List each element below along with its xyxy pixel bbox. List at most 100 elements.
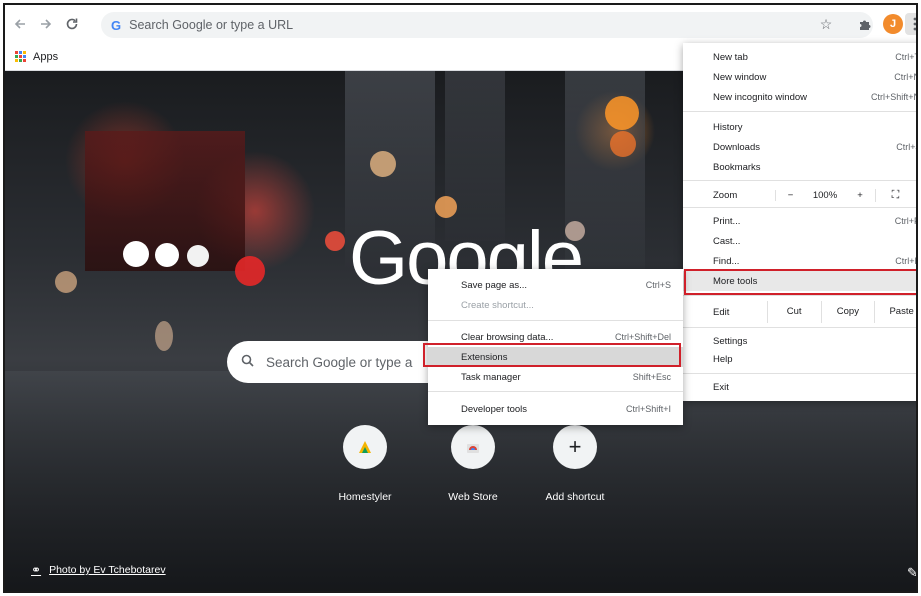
shortcut-add[interactable]: + Add shortcut	[535, 425, 615, 503]
submenu-create-shortcut[interactable]: Create shortcut...	[428, 295, 683, 315]
edit-label: Edit	[713, 306, 730, 318]
photo-credit-link[interactable]: ⚭ Photo by Ev Tchebotarev	[31, 563, 166, 577]
menu-shortcut: Ctrl+Shift+N	[870, 92, 918, 102]
submenu-extensions[interactable]: Extensions	[428, 347, 683, 367]
submenu-developer-tools[interactable]: Developer tools Ctrl+Shift+I	[428, 399, 683, 419]
zoom-value: 100%	[812, 189, 838, 201]
menu-help[interactable]: Help ›	[683, 349, 918, 369]
arrow-left-icon	[14, 19, 25, 29]
menu-shortcut: Ctrl+J	[896, 142, 918, 152]
menu-item-label: Cast...	[713, 235, 741, 247]
menu-new-tab[interactable]: New tab Ctrl+T	[683, 47, 916, 67]
menu-item-label: New tab	[713, 51, 748, 63]
ntp-search-placeholder: Search Google or type a	[266, 354, 413, 370]
star-icon: ☆	[819, 15, 833, 32]
menu-new-window[interactable]: New window Ctrl+N	[683, 67, 918, 87]
menu-item-label: New incognito window	[713, 91, 807, 103]
menu-item-label: History	[713, 121, 743, 133]
plus-icon: +	[553, 425, 597, 469]
menu-separator	[683, 111, 916, 112]
menu-item-label: Clear browsing data...	[461, 331, 554, 343]
menu-separator	[683, 373, 916, 374]
menu-item-label: Create shortcut...	[461, 299, 534, 311]
chevron-right-icon: ›	[917, 276, 918, 286]
photo-credit-text: Photo by Ev Tchebotarev	[49, 564, 166, 576]
menu-item-label: Help	[713, 353, 733, 365]
menu-bookmarks[interactable]: Bookmarks ›	[683, 157, 918, 177]
more-tools-submenu: Save page as... Ctrl+S Create shortcut..…	[428, 269, 683, 425]
fullscreen-icon[interactable]: ⛶	[875, 188, 915, 202]
menu-edit-row: Edit Cut Copy Paste	[683, 301, 916, 323]
reload-icon	[66, 18, 78, 30]
chrome-main-menu: New tab Ctrl+T New window Ctrl+N New inc…	[683, 43, 918, 401]
copy-button[interactable]: Copy	[820, 301, 875, 323]
menu-cast[interactable]: Cast...	[683, 231, 916, 251]
menu-print[interactable]: Print... Ctrl+P	[683, 211, 916, 231]
menu-item-label: Find...	[713, 255, 740, 267]
web-store-icon	[451, 425, 495, 469]
chevron-right-icon: ›	[917, 354, 918, 364]
menu-item-label: Developer tools	[461, 403, 528, 415]
menu-shortcut: Ctrl+Shift+I	[625, 404, 671, 414]
cut-button[interactable]: Cut	[766, 301, 821, 323]
browser-window: G Search Google or type a URL ☆ J Apps G…	[3, 3, 918, 593]
zoom-out-button[interactable]: −	[775, 189, 805, 201]
apps-grid-icon	[15, 50, 27, 63]
shortcut-label: Web Store	[448, 491, 498, 503]
menu-shortcut: Ctrl+F	[895, 256, 918, 266]
paste-button[interactable]: Paste	[874, 301, 916, 323]
reload-button[interactable]	[61, 13, 83, 35]
menu-more-tools[interactable]: More tools ›	[683, 271, 918, 291]
profile-avatar[interactable]: J	[883, 14, 903, 34]
menu-item-label: Bookmarks	[713, 161, 761, 173]
menu-new-incognito[interactable]: New incognito window Ctrl+Shift+N	[683, 87, 918, 107]
kebab-icon	[913, 17, 916, 31]
link-icon: ⚭	[31, 563, 42, 577]
menu-separator	[428, 391, 683, 392]
shortcut-web-store[interactable]: Web Store	[433, 425, 513, 503]
menu-separator	[683, 180, 916, 181]
shortcut-label: Add shortcut	[545, 491, 605, 503]
customize-pencil-icon[interactable]: ✎	[907, 565, 916, 581]
menu-settings[interactable]: Settings	[683, 331, 916, 351]
menu-item-label: New window	[713, 71, 767, 83]
google-g-icon: G	[111, 17, 122, 33]
menu-separator	[683, 207, 916, 208]
menu-item-label: Extensions	[461, 351, 508, 363]
menu-separator	[428, 320, 683, 321]
menu-item-label: Save page as...	[461, 279, 528, 291]
menu-item-label: More tools	[713, 275, 758, 287]
menu-separator	[683, 295, 916, 296]
forward-button[interactable]	[35, 13, 57, 35]
menu-downloads[interactable]: Downloads Ctrl+J	[683, 137, 918, 157]
menu-item-label: Exit	[713, 381, 729, 393]
submenu-save-page[interactable]: Save page as... Ctrl+S	[428, 275, 683, 295]
menu-exit[interactable]: Exit	[683, 377, 916, 397]
chrome-menu-button[interactable]	[905, 13, 916, 35]
menu-item-label: Downloads	[713, 141, 760, 153]
search-icon	[241, 354, 254, 370]
submenu-task-manager[interactable]: Task manager Shift+Esc	[428, 367, 683, 387]
submenu-clear-browsing-data[interactable]: Clear browsing data... Ctrl+Shift+Del	[428, 327, 683, 347]
omnibox-placeholder: Search Google or type a URL	[129, 18, 294, 32]
menu-zoom-row: Zoom − 100% + ⛶	[683, 185, 916, 205]
apps-shortcut[interactable]: Apps	[15, 50, 58, 63]
chevron-right-icon: ›	[917, 162, 918, 172]
homestyler-icon	[343, 425, 387, 469]
chevron-right-icon: ›	[917, 122, 918, 132]
menu-shortcut: Ctrl+S	[645, 280, 671, 290]
menu-history[interactable]: History ›	[683, 117, 918, 137]
bookmark-star-button[interactable]: ☆	[815, 13, 837, 35]
zoom-label: Zoom	[713, 189, 738, 201]
menu-shortcut: Ctrl+Shift+Del	[614, 332, 671, 342]
menu-find[interactable]: Find... Ctrl+F	[683, 251, 918, 271]
browser-toolbar: G Search Google or type a URL ☆ J	[5, 5, 916, 43]
extensions-button[interactable]	[853, 13, 875, 35]
puzzle-icon	[859, 20, 870, 30]
zoom-in-button[interactable]: +	[845, 190, 875, 201]
omnibox[interactable]: G Search Google or type a URL	[101, 12, 873, 38]
menu-item-label: Task manager	[461, 371, 521, 383]
back-button[interactable]	[9, 13, 31, 35]
shortcut-homestyler[interactable]: Homestyler	[325, 425, 405, 503]
menu-shortcut: Ctrl+N	[894, 72, 918, 82]
